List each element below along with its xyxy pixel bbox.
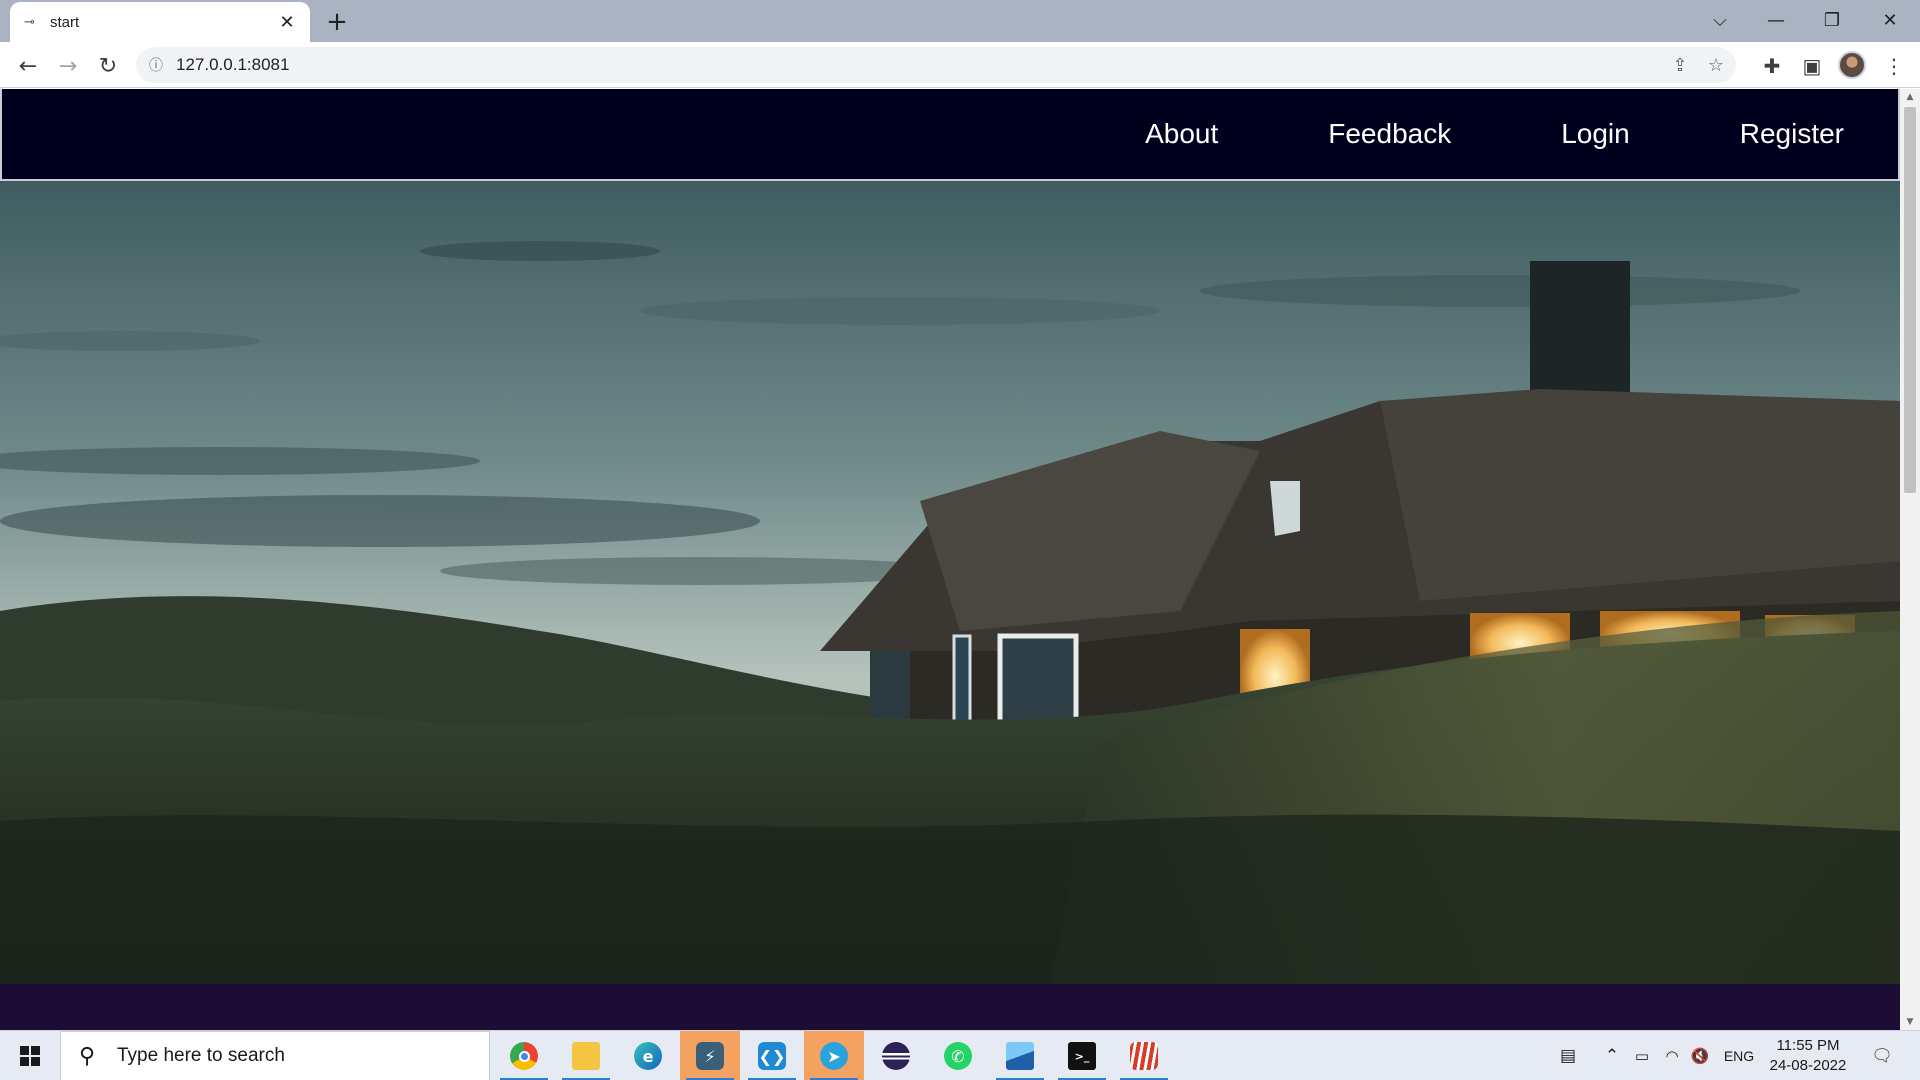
nav-register-link[interactable]: Register: [1740, 118, 1844, 150]
new-tab-button[interactable]: +: [322, 7, 352, 37]
clock-time: 11:55 PM: [1776, 1037, 1840, 1054]
scroll-thumb[interactable]: [1904, 107, 1916, 493]
wifi-icon[interactable]: ◠: [1658, 1031, 1686, 1080]
app-icon: [1130, 1042, 1158, 1070]
windows-taskbar: ⚲ Type here to search e ⚡ ❮❯ ➤ ✆ >_ ▤ ⌃ …: [0, 1030, 1920, 1080]
tray-overflow-icon[interactable]: ⌃: [1598, 1031, 1626, 1080]
search-icon: ⚲: [79, 1043, 96, 1069]
volume-muted-icon[interactable]: 🔇: [1686, 1031, 1714, 1080]
nav-login-link[interactable]: Login: [1561, 118, 1630, 150]
side-panel-icon[interactable]: ▣: [1796, 50, 1828, 82]
start-button[interactable]: [0, 1031, 60, 1080]
news-widget-icon[interactable]: ▤: [1546, 1031, 1590, 1080]
vscode-icon: ❮❯: [758, 1042, 786, 1070]
site-info-icon[interactable]: ⓘ: [136, 55, 176, 75]
restore-icon[interactable]: ❐: [1804, 0, 1860, 40]
page-footer-band: [0, 984, 1900, 1030]
address-bar[interactable]: ⓘ 127.0.0.1:8081 ⇪ ☆: [136, 47, 1736, 83]
hero-image: [0, 181, 1900, 984]
scroll-down-icon[interactable]: ▼: [1900, 1014, 1920, 1030]
file-explorer-app[interactable]: [556, 1031, 616, 1080]
back-icon[interactable]: ←: [12, 50, 44, 82]
mysql-workbench-app[interactable]: ⚡: [680, 1031, 740, 1080]
site-navbar: About Feedback Login Register: [0, 89, 1900, 181]
more-menu-icon[interactable]: ⋮: [1878, 50, 1910, 82]
forward-icon[interactable]: →: [52, 50, 84, 82]
clock-date: 24-08-2022: [1769, 1057, 1847, 1074]
edge-icon: e: [634, 1042, 662, 1070]
terminal-app[interactable]: >_: [1052, 1031, 1112, 1080]
chrome-app[interactable]: [494, 1031, 554, 1080]
tab-title: start: [50, 13, 80, 31]
terminal-icon: >_: [1068, 1042, 1096, 1070]
photos-app[interactable]: [990, 1031, 1050, 1080]
eclipse-app[interactable]: [866, 1031, 926, 1080]
telegram-icon: ➤: [820, 1042, 848, 1070]
taskbar-clock[interactable]: 11:55 PM 24-08-2022: [1760, 1036, 1856, 1076]
extensions-icon[interactable]: ✚: [1756, 50, 1788, 82]
minimize-icon[interactable]: —: [1748, 0, 1804, 40]
photos-icon: [1006, 1042, 1034, 1070]
other-app[interactable]: [1114, 1031, 1174, 1080]
windows-logo-icon: [20, 1046, 40, 1066]
search-placeholder: Type here to search: [117, 1045, 285, 1066]
star-icon[interactable]: ☆: [1702, 51, 1730, 79]
browser-tabstrip: ⊸ start ✕ + ⌵ — ❐ ✕: [0, 0, 1920, 42]
telegram-app[interactable]: ➤: [804, 1031, 864, 1080]
edge-app[interactable]: e: [618, 1031, 678, 1080]
url-text[interactable]: 127.0.0.1:8081: [176, 55, 289, 75]
window-close-icon[interactable]: ✕: [1862, 0, 1918, 40]
reload-icon[interactable]: ↻: [92, 50, 124, 82]
tab-close-icon[interactable]: ✕: [276, 11, 298, 33]
mysql-workbench-icon: ⚡: [696, 1042, 724, 1070]
battery-icon[interactable]: ▭: [1628, 1031, 1656, 1080]
browser-toolbar: ← → ↻ ⓘ 127.0.0.1:8081 ⇪ ☆ ✚ ▣ ⋮: [0, 42, 1920, 88]
taskbar-search[interactable]: ⚲ Type here to search: [60, 1031, 490, 1080]
vscode-app[interactable]: ❮❯: [742, 1031, 802, 1080]
file-explorer-icon: [572, 1042, 600, 1070]
page-scrollbar[interactable]: ▲ ▼: [1900, 89, 1920, 1030]
page-viewport: About Feedback Login Register: [0, 89, 1900, 1030]
profile-avatar[interactable]: [1838, 51, 1866, 79]
whatsapp-app[interactable]: ✆: [928, 1031, 988, 1080]
chrome-icon: [510, 1042, 538, 1070]
whatsapp-icon: ✆: [944, 1042, 972, 1070]
tab-search-icon[interactable]: ⌵: [1692, 0, 1748, 40]
share-icon[interactable]: ⇪: [1666, 51, 1694, 79]
nav-about-link[interactable]: About: [1145, 118, 1218, 150]
nav-feedback-link[interactable]: Feedback: [1328, 118, 1451, 150]
browser-tab[interactable]: ⊸ start ✕: [10, 2, 310, 42]
eclipse-icon: [882, 1042, 910, 1070]
language-indicator[interactable]: ENG: [1718, 1031, 1760, 1080]
notifications-icon[interactable]: 🗨: [1864, 1031, 1900, 1080]
scroll-up-icon[interactable]: ▲: [1900, 89, 1920, 105]
link-favicon-icon: ⊸: [24, 14, 35, 30]
